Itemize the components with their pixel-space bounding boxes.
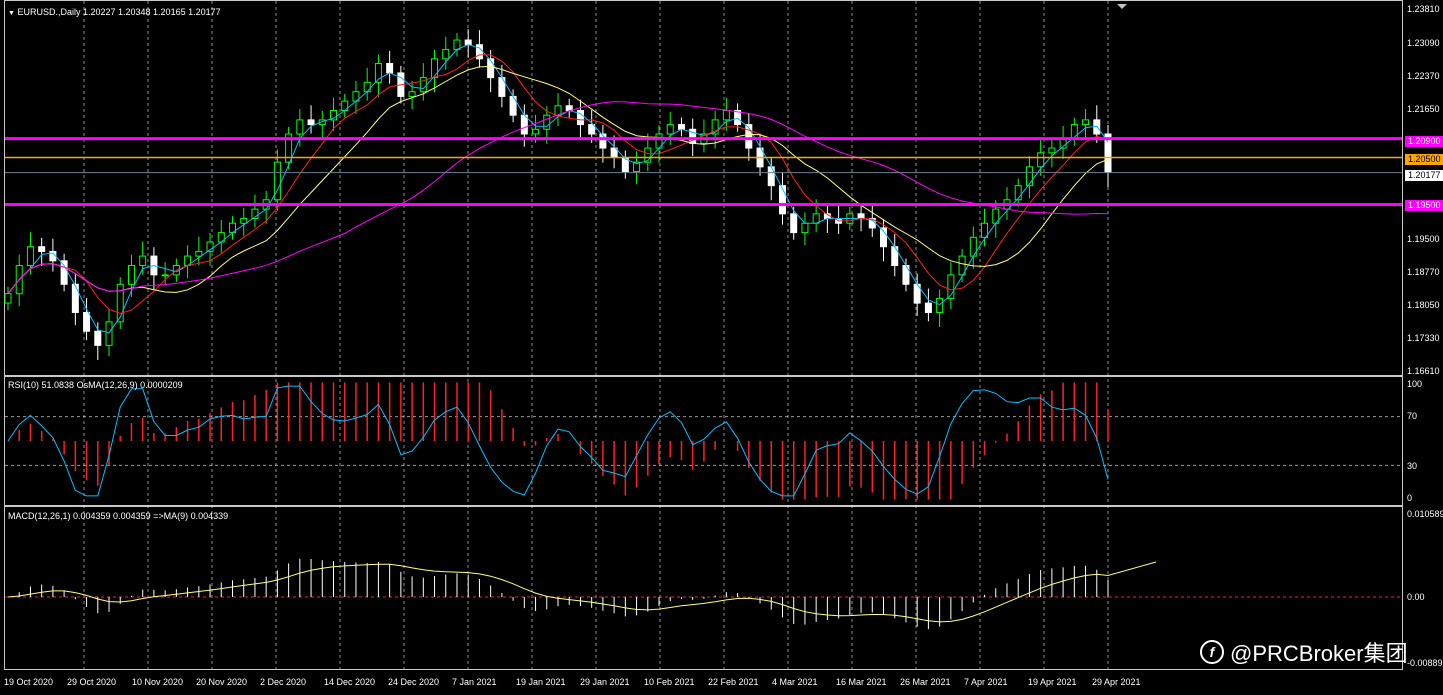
candle-body [1082,119,1090,126]
candle-body [442,48,450,60]
date-label: 29 Oct 2020 [67,677,117,687]
date-label: 7 Apr 2021 [964,677,1008,687]
date-label: 24 Dec 2020 [388,677,440,687]
candle-body [363,81,371,93]
price-pane-label: ▼ EURUSD.,Daily 1.20227 1.20348 1.20165 … [8,7,221,17]
date-label: 19 Apr 2021 [1028,677,1077,687]
candle-body [924,302,932,313]
ohlc-label: 1.20227 1.20348 1.20165 1.20177 [82,7,221,17]
candle-body [60,260,68,285]
rsi-scale-label: 30 [1407,461,1418,471]
date-label: 26 Mar 2021 [900,677,951,687]
candle-body [722,110,730,121]
candle-body [1025,166,1033,187]
candle-body [767,166,775,187]
macd-signal-line [7,561,1157,623]
chart-canvas[interactable] [0,0,1443,695]
date-label: 10 Nov 2020 [132,677,184,687]
candle-body [240,218,248,224]
rsi-scale-label: 0 [1407,493,1413,503]
osma-label: OsMA(12,26,9) 0.0000209 [76,380,183,390]
candle-body [677,124,685,130]
macd-scale-label: 0.010589 [1407,509,1443,519]
candle-body [778,185,786,215]
macd-label: MACD(12,26,1) 0.004359 0.004359 =>MA(9) … [8,511,229,521]
prcbroker-logo-icon: f [1200,640,1224,664]
candle-body [431,58,439,79]
candle-body [801,222,809,234]
price-scale-label: 1.21650 [1407,104,1440,114]
shift-marker-icon [1117,4,1127,9]
candle-body [487,58,495,79]
candle-body [532,128,540,135]
price-scale-label: 1.18050 [1407,300,1440,310]
candle-body [296,119,304,135]
candle-body [38,246,46,252]
chevron-down-icon[interactable]: ▼ [8,10,15,17]
price-scale-label: 1.23810 [1407,4,1440,14]
candle-body [105,321,113,346]
candle-body [666,124,674,135]
price-scale-label: 1.16610 [1407,366,1440,376]
macd-scale-label: 0.00 [1407,592,1425,602]
date-label: 29 Apr 2021 [1092,677,1141,687]
candle-body [520,114,528,135]
candle-body [790,213,798,234]
price-scale-label: 1.23090 [1407,38,1440,48]
candle-body [543,114,551,130]
rsi-label: RSI(10) 51.0838 [8,380,75,390]
candle-body [139,255,147,266]
price-scale-label: 1.17330 [1407,333,1440,343]
candle-body [26,246,34,267]
date-label: 19 Oct 2020 [4,677,54,687]
price-scale-label: 1.22370 [1407,71,1440,81]
level-tag-1205: 1.20500 [1405,154,1443,165]
candle-body [127,265,135,285]
symbol-label: EURUSD.,Daily [17,7,81,17]
candle-body [386,63,394,74]
current-price-tag: 1.20177 [1405,170,1443,181]
date-label: 19 Jan 2021 [516,677,566,687]
candle-body [1037,152,1045,168]
candle-body [464,39,472,46]
ma-long-line [7,101,1109,295]
watermark-text: @PRCBroker集团 [1230,641,1408,666]
candle-body [195,250,203,257]
date-label: 29 Jan 2021 [580,677,630,687]
rsi-scale-label: 100 [1407,379,1423,389]
rsi-pane-label: RSI(10) 51.0838 OsMA(12,26,9) 0.0000209 [8,380,183,390]
date-label: 16 Mar 2021 [836,677,887,687]
candle-body [4,293,12,304]
candle-body [1048,147,1056,154]
level-tag-1209: 1.20900 [1405,136,1443,147]
candle-body [408,91,416,97]
candle-body [161,274,169,277]
macd-pane-label: MACD(12,26,1) 0.004359 0.004359 =>MA(9) … [8,511,228,521]
candle-body [83,311,91,332]
price-scale-label: 1.18770 [1407,267,1440,277]
candle-body [936,297,944,313]
date-label: 14 Dec 2020 [324,677,376,687]
rsi-scale-label: 70 [1407,411,1418,421]
candle-body [857,213,865,220]
date-label: 20 Nov 2020 [196,677,248,687]
date-label: 4 Mar 2021 [772,677,818,687]
candle-body [71,283,79,313]
candle-body [94,330,102,346]
date-label: 10 Feb 2021 [644,677,695,687]
candle-body [307,119,315,126]
macd-scale-label: -0.00889 [1407,658,1443,668]
date-label: 2 Dec 2020 [260,677,307,687]
date-label: 22 Feb 2021 [708,677,759,687]
watermark: f @PRCBroker集团 [1200,636,1408,668]
date-label: 7 Jan 2021 [452,677,497,687]
price-scale-label: 1.19500 [1407,234,1440,244]
level-tag-1195: 1.19500 [1405,200,1443,211]
